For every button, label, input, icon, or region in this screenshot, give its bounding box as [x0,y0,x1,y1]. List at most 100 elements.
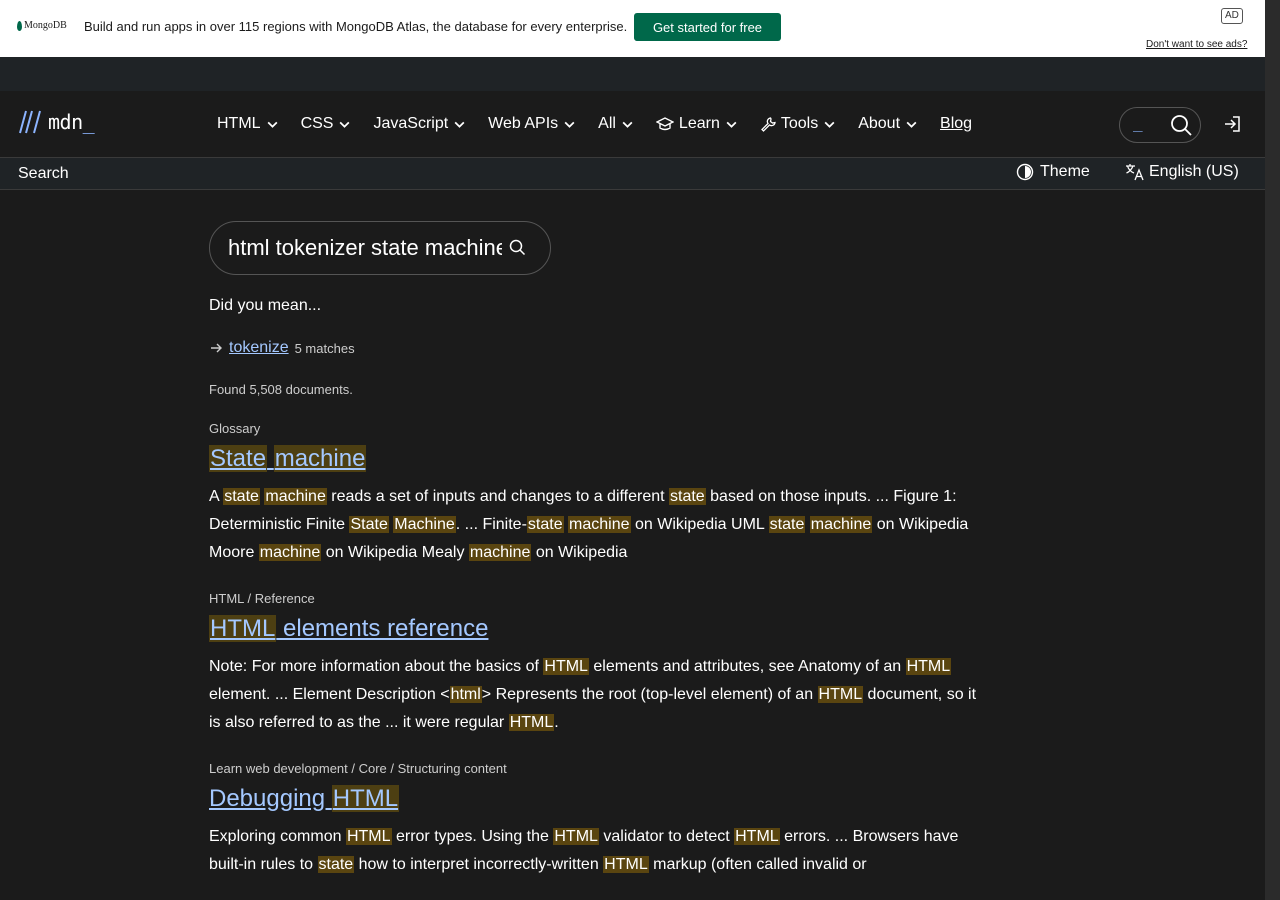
language-button[interactable]: English (US) [1125,163,1239,181]
nav-search-button[interactable]: _ [1119,107,1201,143]
mongodb-logo[interactable]: MongoDB [17,20,67,31]
sub-toolbar: Search Theme English (US) [0,157,1265,190]
highlight-match: html [449,686,482,703]
highlight-match: Machine [393,516,456,533]
theme-icon [1016,163,1034,181]
menu-label: Tools [780,115,819,132]
menu-label: Blog [940,115,973,132]
highlight-match: state [223,488,260,505]
menu-label: JavaScript [373,115,449,132]
highlight-match: HTML [209,615,277,642]
login-icon[interactable] [1222,114,1242,134]
result-breadcrumb: HTML / Reference [209,591,315,606]
ad-banner: MongoDB Build and run apps in over 115 r… [0,0,1265,57]
highlight-match: HTML [543,658,589,675]
logo-text: mdn_ [48,110,95,134]
suggestion-row: tokenize 5 matches [209,339,989,357]
theme-button[interactable]: Theme [1016,163,1090,181]
highlight-match: state [669,488,706,505]
theme-label: Theme [1040,163,1090,180]
result-title-link[interactable]: State machine [209,445,989,473]
dismiss-ads-link[interactable]: Don't want to see ads? [1146,39,1247,50]
scrollbar[interactable] [1265,0,1280,900]
highlight-match: HTML [905,658,952,675]
highlight-match: machine [273,445,367,472]
results-count: Found 5,508 documents. [209,382,353,397]
main-menu: HTML CSS JavaScript Web APIs All Learn T… [217,91,994,157]
menu-label: HTML [217,115,261,132]
highlight-match: machine [468,544,532,561]
menu-web-apis[interactable]: Web APIs [488,104,586,144]
result-title-link[interactable]: HTML elements reference [209,615,989,643]
spacer-strip [0,57,1265,92]
highlight-match: machine [568,516,631,533]
highlight-match: HTML [508,714,555,731]
suggestion-count: 5 matches [294,340,355,356]
chevron-down-icon [267,121,278,128]
highlight-match: machine [258,544,322,561]
menu-about[interactable]: About [858,104,928,144]
chevron-down-icon [564,121,575,128]
menu-tools[interactable]: Tools [760,104,846,144]
highlight-match: state [526,516,564,533]
menu-css[interactable]: CSS [301,104,362,144]
menu-blog[interactable]: Blog [940,104,982,144]
ad-badge: AD [1221,8,1243,24]
mdn-m-icon [19,110,41,134]
highlight-match: machine [264,488,327,505]
language-label: English (US) [1149,163,1239,180]
mdn-logo[interactable]: mdn_ [18,109,95,135]
result-breadcrumb: Glossary [209,421,261,436]
highlight-match: State [349,516,389,533]
chevron-down-icon [824,121,835,128]
results-list: Glossary State machine A state machine rea… [209,421,989,879]
chevron-down-icon [454,121,465,128]
menu-all[interactable]: All [598,104,644,144]
search-result: Glossary State machine A state machine rea… [209,421,989,567]
search-result: HTML / Reference HTML elements reference N… [209,591,989,737]
search-cursor: _ [1133,113,1143,132]
did-you-mean-heading: Did you mean... [209,297,322,314]
highlight-match: state [317,856,355,873]
chevron-down-icon [622,121,633,128]
result-snippet: A state machine reads a set of inputs an… [209,488,969,561]
menu-label: About [858,115,901,132]
highlight-match: HTML [345,828,392,845]
ad-logo-text: MongoDB [24,20,67,31]
arrow-right-icon [211,343,222,353]
highlight-match: HTML [331,785,400,812]
menu-learn[interactable]: Learn [655,104,748,144]
top-navigation: mdn_ HTML CSS JavaScript Web APIs All Le… [0,91,1265,157]
search-result: Learn web development / Core / Structuri… [209,761,989,879]
menu-javascript[interactable]: JavaScript [373,104,476,144]
menu-label: CSS [300,115,334,132]
highlight-match: machine [809,516,873,533]
result-snippet: Exploring common HTML error types. Using… [209,828,959,873]
chevron-down-icon [906,121,917,128]
suggestion-link[interactable]: tokenize [229,339,289,357]
result-title-link[interactable]: Debugging HTML [209,785,989,813]
graduation-cap-icon [655,117,674,131]
highlight-match: State [209,445,268,472]
search-icon [1171,115,1192,136]
result-snippet: Note: For more information about the bas… [209,658,977,731]
get-started-button[interactable]: Get started for free [634,13,781,41]
translate-icon [1126,164,1144,181]
wrench-icon [760,117,776,132]
search-icon[interactable] [509,239,526,256]
highlight-match: HTML [553,828,599,845]
highlight-match: state [768,516,806,533]
leaf-icon [17,20,22,31]
search-input[interactable] [228,232,502,264]
menu-label: All [598,115,616,132]
menu-html[interactable]: HTML [217,104,289,144]
menu-label: Learn [678,115,720,132]
search-results-page: Did you mean... tokenize 5 matches Found… [209,221,989,879]
menu-label: Web APIs [488,115,559,132]
highlight-match: HTML [603,856,649,873]
chevron-down-icon [726,121,737,128]
search-box[interactable] [209,221,551,275]
ad-message: Build and run apps in over 115 regions w… [84,19,628,34]
page-breadcrumb: Search [18,165,69,182]
result-breadcrumb: Learn web development / Core / Structuri… [209,761,507,776]
